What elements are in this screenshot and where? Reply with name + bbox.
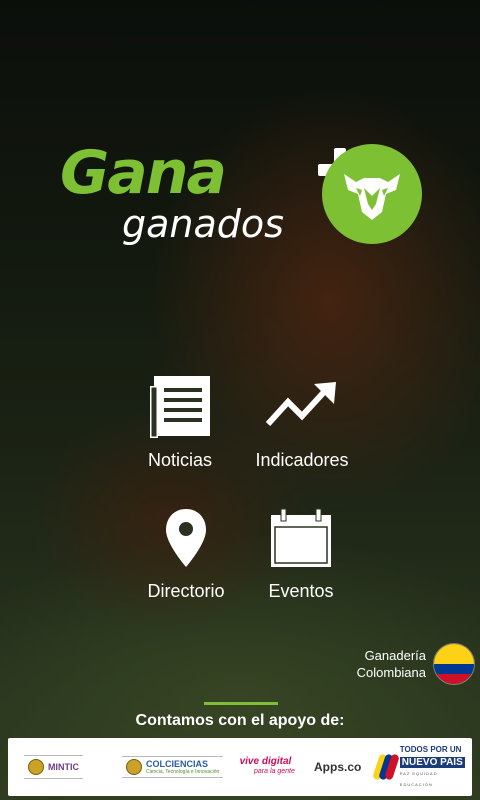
- vive-digital-tagline: para la gente: [254, 768, 295, 775]
- mintic-logo: MINTIC: [24, 738, 83, 796]
- map-pin-icon: [166, 509, 206, 567]
- vive-digital-text: vive digital: [239, 756, 292, 767]
- mintic-text: MINTIC: [48, 762, 79, 772]
- colciencias-tagline: Ciencia, Tecnología e Innovación: [146, 769, 220, 775]
- logo-wordmark: Gana: [60, 138, 227, 208]
- apps-co-logo: Apps.co: [314, 760, 362, 774]
- todos-line3: PAZ EQUIDAD EDUCACIÓN: [399, 771, 438, 787]
- colombia-brushstroke-icon: [372, 752, 400, 782]
- todos-por-un-nuevo-pais-logo: TODOS POR UN NUEVO PAÍS PAZ EQUIDAD EDUC…: [372, 738, 472, 796]
- calendar-icon: [271, 508, 331, 567]
- bull-badge-icon: [322, 144, 422, 244]
- vive-digital-logo: vive digital para la gente: [236, 738, 295, 796]
- todos-line1: TODOS POR UN: [399, 745, 462, 754]
- colciencias-text: COLCIENCIAS: [146, 759, 209, 769]
- app-logo: Gana ganados: [60, 140, 430, 250]
- country-line2: Colombiana: [356, 665, 426, 680]
- trend-arrow-icon: [265, 382, 336, 427]
- country-line1: Ganadería: [364, 648, 426, 663]
- todos-line2: NUEVO PAÍS: [399, 757, 465, 768]
- colombia-seal-icon: [126, 759, 142, 775]
- menu-indicadores-label: Indicadores: [255, 450, 349, 470]
- divider: [204, 702, 278, 705]
- menu-indicadores-button[interactable]: Indicadores: [227, 376, 377, 471]
- newspaper-icon: [150, 376, 210, 438]
- logo-subtitle: ganados: [122, 202, 284, 246]
- support-title: Contamos con el apoyo de:: [135, 712, 345, 729]
- menu-eventos-label: Eventos: [268, 581, 334, 601]
- ganaderia-colombiana-link[interactable]: Ganadería Colombiana: [357, 647, 426, 681]
- colombia-flag-icon[interactable]: [433, 643, 475, 685]
- sponsors-bar: MINTIC COLCIENCIAS Ciencia, Tecnología e…: [8, 738, 472, 796]
- colciencias-logo: COLCIENCIAS Ciencia, Tecnología e Innova…: [122, 738, 224, 796]
- menu-eventos-button[interactable]: Eventos: [226, 507, 376, 602]
- colombia-seal-icon: [28, 759, 44, 775]
